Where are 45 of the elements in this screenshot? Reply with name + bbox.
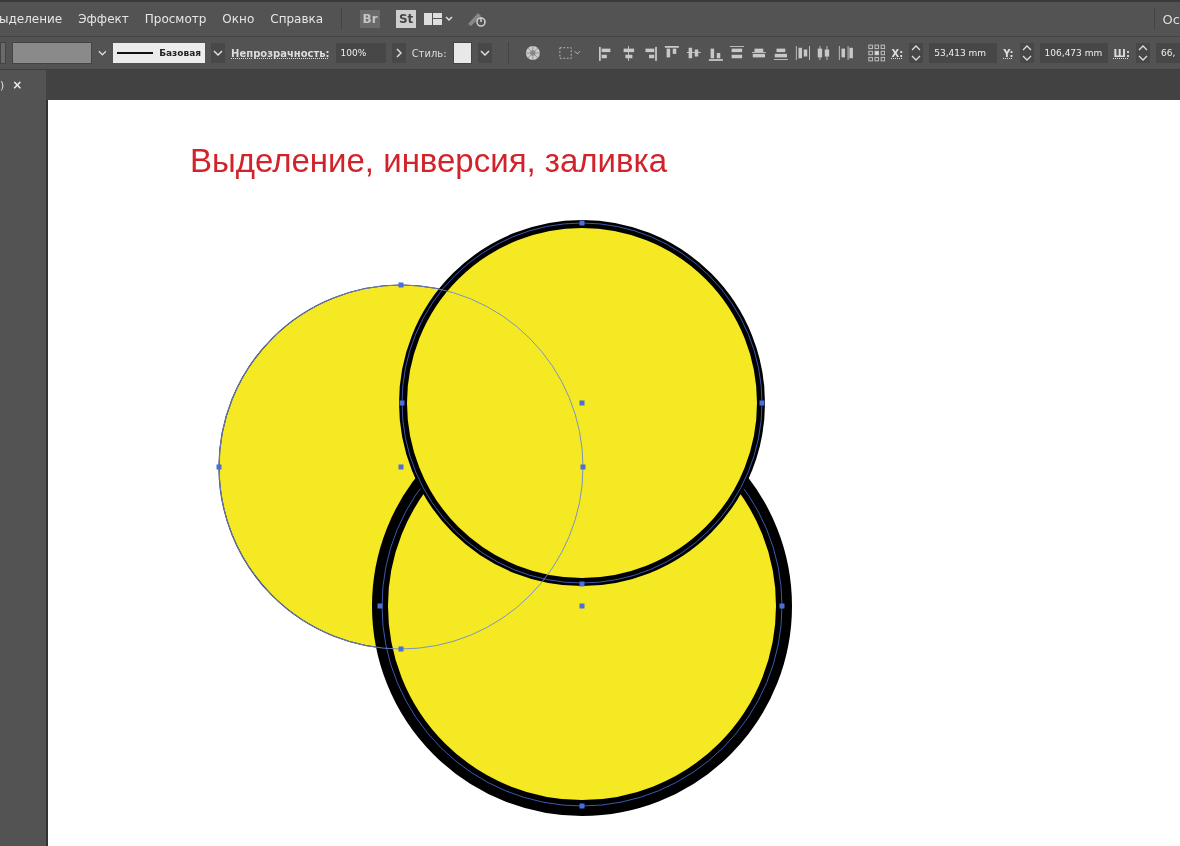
menu-item[interactable]: Эффект [70,12,137,26]
spinner-arrows-icon [1137,45,1148,61]
align-icon[interactable] [838,44,854,62]
spinner-button[interactable] [1019,43,1034,63]
dropdown-chevron-icon [98,50,108,56]
stroke-profile-dropdown[interactable]: Базовая [113,43,206,63]
coordinate-field[interactable]: 106,473 mm [1039,43,1108,63]
menu-item[interactable]: Справка [262,12,332,26]
coordinate-label: X: [891,47,904,59]
chevron-icon [480,50,491,56]
dropdown-button[interactable] [211,43,226,63]
spinner-button[interactable] [1135,43,1150,63]
layout-icon[interactable] [424,12,455,26]
stroke-swatch[interactable] [11,42,93,64]
opacity-label[interactable]: Непрозрачность: [231,47,330,59]
selection-box-icon[interactable] [558,45,582,61]
document-tab[interactable]: ) × [0,70,46,100]
menu-item[interactable]: Просмотр [136,12,215,26]
spinner-arrows-icon [1021,45,1032,61]
fill-swatch[interactable] [0,42,6,64]
app-badge[interactable]: St [396,10,417,28]
opacity-field[interactable]: 100% [335,43,386,63]
artboard-title: Выделение, инверсия, заливка [190,142,668,180]
rocket-power-icon[interactable] [466,10,489,28]
align-icon[interactable] [794,44,811,62]
style-swatch[interactable] [452,42,473,64]
coordinate-label: Y: [1003,47,1014,59]
menu-item[interactable]: ыделение [0,12,71,26]
globe-icon[interactable] [525,44,541,62]
spinner-arrows-icon [911,45,922,61]
menu-item[interactable]: Окно [214,12,263,26]
reference-point-icon[interactable] [867,43,886,63]
chevron-right-icon [395,48,402,58]
workspace-label[interactable]: Ос [1153,8,1180,30]
overlapping-circles-drawing[interactable] [216,220,792,816]
coordinate-field[interactable]: 53,413 mm [929,43,998,63]
coordinate-label: Ш: [1113,47,1130,59]
style-label: Стиль: [411,47,447,59]
chevron-icon [213,50,224,56]
coordinate-field[interactable]: 66, [1156,43,1180,63]
dropdown-button[interactable] [478,43,493,63]
expand-button[interactable] [391,43,406,63]
spinner-button[interactable] [909,43,924,63]
stroke-line-icon [117,51,154,55]
close-button[interactable]: × [12,78,23,92]
